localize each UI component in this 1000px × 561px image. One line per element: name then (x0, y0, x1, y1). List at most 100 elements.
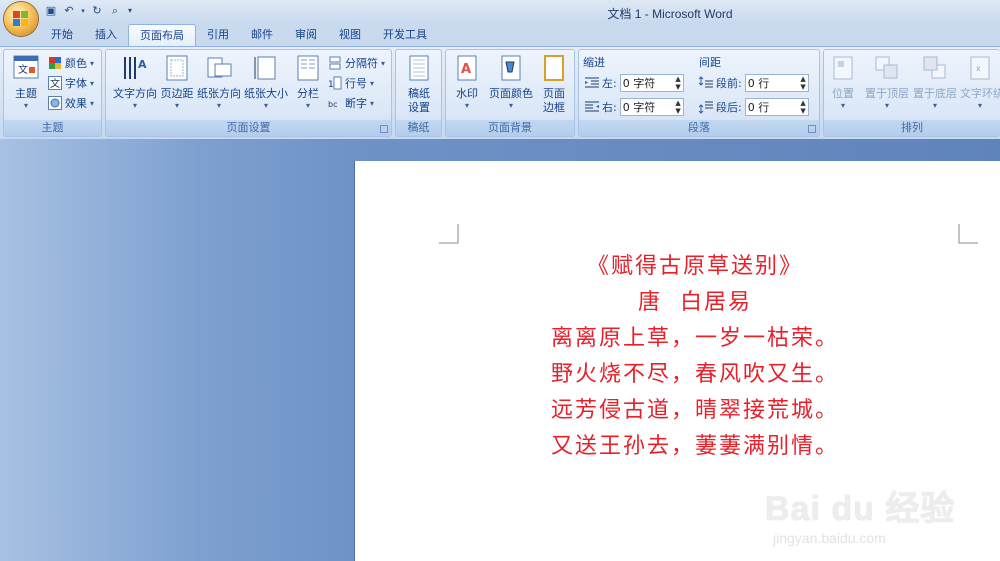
svg-text:文: 文 (18, 63, 28, 76)
tab-home[interactable]: 开始 (40, 24, 84, 46)
page-background-group: A 水印 ▾ 页面颜色 ▾ 页面 边框 页面背景 (445, 49, 575, 137)
page-borders-button[interactable]: 页面 边框 (538, 54, 570, 115)
margins-icon (166, 55, 188, 81)
colors-icon (49, 57, 61, 69)
columns-icon (297, 55, 319, 81)
line-numbers-button[interactable]: 1 行号 ▾ (328, 75, 374, 91)
manuscript-group: 稿纸 设置 稿纸 (395, 49, 442, 137)
spacing-after-icon (699, 101, 713, 114)
manuscript-settings-button[interactable]: 稿纸 设置 (400, 54, 438, 115)
spin-arrows-icon[interactable]: ▲ ▼ (675, 75, 680, 91)
margins-button[interactable]: 页边距 ▾ (158, 54, 196, 110)
text-wrap-icon: x (970, 56, 990, 80)
poem-line: 又送王孙去，萋萋满别情。 (550, 434, 839, 459)
window-title: 文档 1 - Microsoft Word (607, 7, 733, 21)
theme-group-label: 主题 (4, 120, 101, 136)
spin-arrows-icon[interactable]: ▲ ▼ (800, 99, 805, 115)
theme-group: 文 主题 ▾ 颜色 ▾ 文 字体 ▾ 效果 ▾ 主题 (3, 49, 102, 137)
watermark-url: jingyan.baidu.com (773, 530, 886, 546)
columns-button[interactable]: 分栏 ▾ (293, 54, 323, 110)
spacing-before-icon (699, 76, 713, 88)
poem-line: 远芳侵古道，晴翠接荒城。 (550, 398, 839, 423)
ribbon-tabs: 开始 插入 页面布局 引用 邮件 审阅 视图 开发工具 (40, 24, 438, 47)
spacing-after-input[interactable]: 0 行 ▲ ▼ (744, 98, 809, 116)
svg-text:bc: bc (328, 100, 337, 109)
office-logo-icon (13, 11, 29, 27)
crop-mark-top-right (958, 224, 978, 244)
watermark-brand: Bai du 经验 (765, 490, 956, 528)
tab-developer[interactable]: 开发工具 (372, 24, 438, 46)
arrange-group-label: 排列 (824, 120, 1000, 136)
spacing-before-input[interactable]: 0 行 ▲ ▼ (744, 74, 809, 92)
svg-text:文: 文 (50, 77, 60, 90)
poem-title: 《赋得古原草送别》 (586, 254, 803, 279)
poem-text[interactable]: 《赋得古原草送别》 唐 白居易 离离原上草，一岁一枯荣。 野火烧不尽，春风吹又生… (515, 249, 875, 465)
page-setup-group: A 文字方向 ▾ 页边距 ▾ 纸张方向 ▾ 纸张大小 ▾ 分栏 ▾ 分隔符 ▾ … (105, 49, 392, 137)
orientation-button[interactable]: 纸张方向 ▾ (196, 54, 242, 110)
manuscript-group-label: 稿纸 (396, 120, 441, 136)
page-color-button[interactable]: 页面颜色 ▾ (486, 54, 536, 110)
arrange-group: 位置 ▾ 置于顶层 ▾ 置于底层 ▾ x 文字环绕 ▾ 排列 (823, 49, 1000, 137)
spacing-before-row: 段前: 0 行 ▲ ▼ (699, 74, 809, 92)
bring-to-front-icon (875, 56, 898, 79)
ribbon: 文 主题 ▾ 颜色 ▾ 文 字体 ▾ 效果 ▾ 主题 A 文字方向 ▾ 页边距 … (0, 46, 1000, 140)
send-to-back-button[interactable]: 置于底层 ▾ (912, 54, 958, 110)
page-borders-icon (544, 55, 564, 81)
spin-arrows-icon[interactable]: ▲ ▼ (800, 75, 805, 91)
svg-text:A: A (461, 62, 471, 77)
spacing-after-row: 段后: 0 行 ▲ ▼ (699, 98, 809, 116)
watermark-icon: A (457, 55, 477, 81)
office-button[interactable] (4, 2, 38, 36)
effects-icon (48, 96, 62, 110)
paragraph-launcher[interactable] (808, 125, 816, 133)
tab-mailings[interactable]: 邮件 (240, 24, 284, 46)
tab-page-layout[interactable]: 页面布局 (128, 24, 196, 47)
themes-icon: 文 (13, 55, 39, 79)
indent-right-input[interactable]: 0 字符 ▲ ▼ (619, 98, 684, 116)
paragraph-group: 缩进 左: 0 字符 ▲ ▼ 右: 0 字符 ▲ ▼ 间距 段前: 0 行 ▲ … (578, 49, 820, 137)
line-numbers-icon: 1 (328, 76, 342, 90)
poem-line: 野火烧不尽，春风吹又生。 (550, 362, 839, 387)
position-icon (833, 56, 853, 80)
page-setup-launcher[interactable] (380, 125, 388, 133)
spin-arrows-icon[interactable]: ▲ ▼ (675, 99, 680, 115)
page-color-icon (501, 55, 521, 81)
manuscript-icon (409, 55, 429, 81)
indent-left-input[interactable]: 0 字符 ▲ ▼ (619, 74, 684, 92)
theme-colors-button[interactable]: 颜色 ▾ (48, 55, 94, 71)
document-page[interactable]: 《赋得古原草送别》 唐 白居易 离离原上草，一岁一枯荣。 野火烧不尽，春风吹又生… (355, 161, 1000, 561)
paper-size-icon (254, 56, 276, 80)
text-wrap-button[interactable]: x 文字环绕 ▾ (960, 54, 1000, 110)
tab-references[interactable]: 引用 (196, 24, 240, 46)
poem-author: 唐 白居易 (638, 290, 752, 315)
text-direction-button[interactable]: A 文字方向 ▾ (109, 54, 161, 110)
breaks-icon (329, 56, 341, 70)
indent-title: 缩进 (583, 56, 605, 69)
spacing-title: 间距 (699, 56, 721, 69)
indent-right-icon (585, 101, 599, 112)
hyphenation-button[interactable]: bc 断字 ▾ (328, 95, 374, 111)
breaks-button[interactable]: 分隔符 ▾ (328, 55, 385, 71)
theme-fonts-button[interactable]: 文 字体 ▾ (48, 75, 94, 91)
crop-mark-top-left (439, 224, 459, 244)
document-workspace: 《赋得古原草送别》 唐 白居易 离离原上草，一岁一枯荣。 野火烧不尽，春风吹又生… (0, 139, 1000, 561)
poem-line: 离离原上草，一岁一枯荣。 (550, 326, 839, 351)
fonts-icon: 文 (48, 76, 62, 90)
paragraph-group-label: 段落 (579, 120, 819, 136)
send-to-back-icon (923, 56, 946, 79)
themes-button[interactable]: 文 主题 ▾ (8, 54, 44, 110)
indent-left-row: 左: 0 字符 ▲ ▼ (585, 74, 684, 92)
page-background-group-label: 页面背景 (446, 120, 574, 136)
tab-view[interactable]: 视图 (328, 24, 372, 46)
position-button[interactable]: 位置 ▾ (826, 54, 860, 110)
svg-text:1: 1 (328, 80, 334, 90)
svg-text:x: x (976, 64, 981, 73)
theme-effects-button[interactable]: 效果 ▾ (48, 95, 94, 111)
tab-insert[interactable]: 插入 (84, 24, 128, 46)
bring-to-front-button[interactable]: 置于顶层 ▾ (864, 54, 910, 110)
tab-review[interactable]: 审阅 (284, 24, 328, 46)
page-setup-group-label: 页面设置 (106, 120, 391, 136)
indent-right-row: 右: 0 字符 ▲ ▼ (585, 98, 684, 116)
watermark-button[interactable]: A 水印 ▾ (450, 54, 484, 110)
size-button[interactable]: 纸张大小 ▾ (243, 54, 289, 110)
